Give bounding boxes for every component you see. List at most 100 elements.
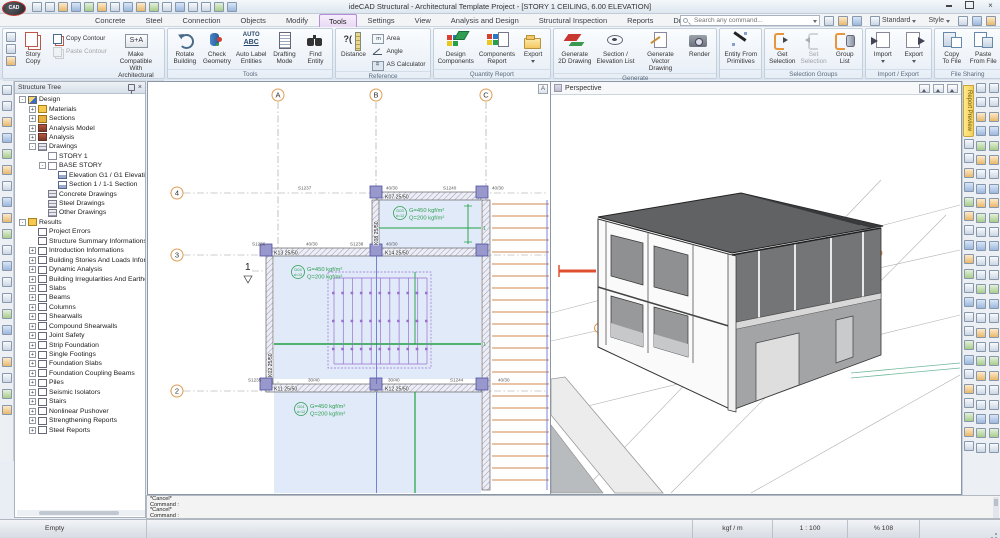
tool-icon[interactable] — [989, 414, 999, 424]
tool-icon[interactable] — [2, 165, 12, 175]
tool-icon[interactable] — [976, 313, 986, 323]
tool-icon[interactable] — [2, 325, 12, 335]
view-option-button[interactable] — [919, 84, 930, 93]
tree-expand-toggle[interactable]: + — [29, 332, 36, 339]
tool-icon[interactable] — [964, 283, 974, 293]
tool-icon[interactable] — [964, 168, 974, 178]
tree-expand-toggle[interactable]: - — [39, 162, 46, 169]
tree-item[interactable]: + Strengthening Reports — [15, 416, 145, 425]
tool-icon[interactable] — [976, 112, 986, 122]
3d-canvas[interactable] — [551, 95, 960, 494]
menu-tab[interactable]: Concrete — [86, 14, 134, 27]
tree-item[interactable]: - BASE STORY — [15, 161, 145, 170]
tool-icon[interactable] — [2, 245, 12, 255]
2d-plan-canvas[interactable]: A B C 4 3 2 1 S1237 40/30 S1240 40/30 S1… — [148, 82, 550, 494]
ribbon-button[interactable]: Export — [899, 30, 929, 65]
grid-icon[interactable] — [162, 2, 172, 12]
tool-icon[interactable] — [964, 240, 974, 250]
horizontal-scrollbar[interactable] — [17, 510, 145, 516]
save-all-icon[interactable] — [84, 2, 94, 12]
maximize-button[interactable] — [962, 1, 977, 12]
tree-expand-toggle[interactable]: - — [19, 219, 26, 226]
tree-item[interactable]: + Introduction Informations — [15, 246, 145, 255]
tree-expand-toggle[interactable]: + — [29, 276, 36, 283]
report-preview-tab[interactable]: Report Preview — [963, 85, 974, 137]
tool-icon[interactable] — [989, 328, 999, 338]
tree-expand-toggle[interactable]: - — [19, 96, 26, 103]
tree-item[interactable]: Project Errors — [15, 227, 145, 236]
tree-item[interactable]: - Drawings — [15, 142, 145, 151]
status-zoom[interactable]: % 108 — [848, 520, 920, 538]
ribbon-button[interactable]: Set Selection — [798, 30, 828, 66]
tool-icon[interactable] — [2, 357, 12, 367]
tool-icon[interactable] — [989, 213, 999, 223]
tree-item[interactable]: + Strip Foundation — [15, 340, 145, 349]
undo-icon[interactable] — [97, 2, 107, 12]
tool-icon[interactable] — [2, 149, 12, 159]
tree-expand-toggle[interactable]: + — [29, 379, 36, 386]
tree-expand-toggle[interactable]: + — [29, 342, 36, 349]
ribbon-button[interactable]: Rotate Building — [170, 30, 200, 66]
tree-item[interactable]: Steel Drawings — [15, 199, 145, 208]
close-button[interactable]: × — [983, 1, 998, 12]
tool-icon[interactable] — [964, 441, 974, 451]
tree-item[interactable]: STORY 1 — [15, 152, 145, 161]
tree-item[interactable]: - Design — [15, 95, 145, 104]
copy-contour-button[interactable]: Copy Contour — [49, 32, 109, 45]
command-scrollbar[interactable] — [993, 497, 999, 518]
tool-icon[interactable] — [2, 133, 12, 143]
tool-icon[interactable] — [976, 328, 986, 338]
tree-item[interactable]: + Piles — [15, 378, 145, 387]
tool-icon[interactable] — [2, 181, 12, 191]
tool-icon[interactable] — [976, 126, 986, 136]
tool-icon[interactable] — [989, 83, 999, 93]
tree-expand-toggle[interactable]: + — [29, 313, 36, 320]
layers-icon[interactable] — [136, 2, 146, 12]
tree-expand-toggle[interactable]: + — [29, 370, 36, 377]
deck-strip[interactable] — [492, 204, 549, 480]
open-file-icon[interactable] — [58, 2, 68, 12]
tool-icon[interactable] — [2, 373, 12, 383]
tool-icon[interactable] — [976, 169, 986, 179]
tool-icon[interactable] — [964, 427, 974, 437]
tree-expand-toggle[interactable] — [39, 191, 46, 198]
tool-icon[interactable] — [989, 371, 999, 381]
tree-expand-toggle[interactable]: + — [29, 115, 36, 122]
tool-icon[interactable] — [976, 299, 986, 309]
tree-item[interactable]: + Shearwalls — [15, 312, 145, 321]
tree-expand-toggle[interactable]: + — [29, 360, 36, 367]
tool-icon[interactable] — [989, 227, 999, 237]
tree-expand-toggle[interactable] — [49, 181, 56, 188]
tool-icon[interactable] — [976, 213, 986, 223]
menu-tab[interactable]: Settings — [359, 14, 404, 27]
tool-icon[interactable] — [964, 384, 974, 394]
tree-item[interactable]: - Results — [15, 218, 145, 227]
tree-item[interactable]: + Foundation Slabs — [15, 359, 145, 368]
view-mode-button[interactable]: A — [538, 84, 548, 94]
tool-icon[interactable] — [964, 139, 974, 149]
redo-icon[interactable] — [110, 2, 120, 12]
tool-icon[interactable] — [989, 198, 999, 208]
tool-icon[interactable] — [964, 312, 974, 322]
tool-icon[interactable] — [976, 241, 986, 251]
section-marker[interactable]: 1 — [244, 262, 252, 283]
tree-item[interactable]: + Single Footings — [15, 350, 145, 359]
tool-icon[interactable] — [976, 284, 986, 294]
command-line-panel[interactable]: *Cancel*Command :*Cancel*Command : — [146, 495, 1000, 519]
redo-icon[interactable] — [6, 44, 16, 54]
tool-icon[interactable] — [2, 277, 12, 287]
as-calculator-button[interactable]: AS Calculator — [369, 58, 427, 71]
tool-icon[interactable] — [964, 269, 974, 279]
make-compatible-button[interactable]: Make Compatible With Architectural — [110, 30, 162, 80]
print-icon[interactable] — [123, 2, 133, 12]
home-icon[interactable] — [32, 2, 42, 12]
tool-icon[interactable] — [976, 83, 986, 93]
tool-icon[interactable] — [989, 356, 999, 366]
tool-icon[interactable] — [976, 97, 986, 107]
display-options-icon[interactable] — [852, 16, 862, 26]
color-style-icon[interactable] — [958, 16, 968, 26]
view-option-button[interactable] — [933, 84, 944, 93]
tool-icon[interactable] — [976, 141, 986, 151]
tree-expand-toggle[interactable] — [29, 228, 36, 235]
tree-item[interactable]: + Dynamic Analysis — [15, 265, 145, 274]
